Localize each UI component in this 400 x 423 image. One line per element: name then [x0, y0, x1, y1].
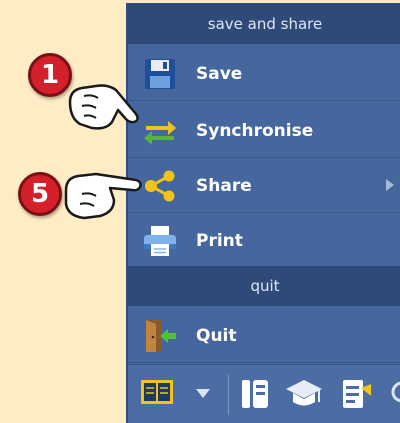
- toolbar-divider: [228, 375, 229, 415]
- menu-item-label-print: Print: [196, 231, 243, 251]
- menu-item-print[interactable]: Print: [128, 214, 400, 268]
- submenu-arrow-icon: [386, 179, 394, 191]
- floppy-disk-icon: [145, 59, 175, 89]
- step-badge-5: 5: [18, 172, 62, 216]
- menu-item-label-share: Share: [196, 176, 252, 196]
- columns-icon[interactable]: [240, 378, 270, 410]
- bottom-toolbar: [128, 364, 400, 423]
- exit-door-icon: [146, 320, 176, 352]
- pointing-hand-icon: [68, 84, 139, 130]
- graduation-cap-icon[interactable]: [284, 378, 324, 410]
- step-badge-1: 1: [28, 53, 72, 97]
- section-header-save-and-share: save and share: [128, 4, 400, 44]
- sync-arrows-icon: [144, 121, 176, 145]
- file-menu: save and share Save Synchronise Share Pr…: [126, 3, 400, 423]
- pointing-hand-icon: [64, 172, 142, 220]
- link-icon[interactable]: [386, 378, 400, 410]
- section-header-quit: quit: [128, 266, 400, 306]
- dropdown-arrow-icon[interactable]: [196, 389, 210, 399]
- menu-item-save[interactable]: Save: [128, 47, 400, 101]
- menu-item-synchronise[interactable]: Synchronise: [128, 104, 400, 158]
- menu-item-label-save: Save: [196, 64, 243, 84]
- share-icon: [145, 170, 175, 202]
- menu-item-label-quit: Quit: [196, 326, 237, 346]
- menu-item-share[interactable]: Share: [128, 159, 400, 213]
- printer-icon: [144, 226, 176, 256]
- menu-item-label-synchronise: Synchronise: [196, 121, 314, 141]
- note-edit-icon[interactable]: [340, 378, 372, 410]
- book-icon[interactable]: [140, 378, 174, 408]
- menu-item-quit[interactable]: Quit: [128, 309, 400, 363]
